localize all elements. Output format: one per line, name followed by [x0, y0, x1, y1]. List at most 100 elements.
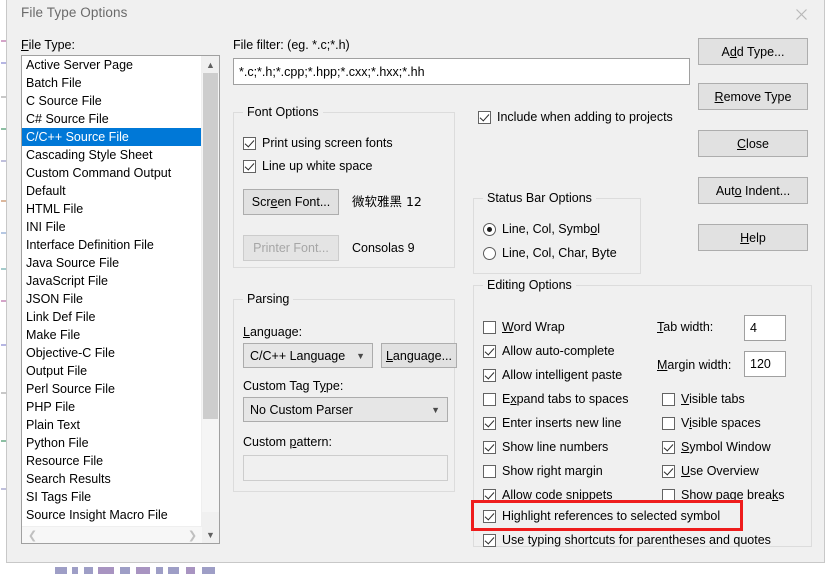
list-item[interactable]: Plain Text	[22, 416, 203, 434]
file-filter-input[interactable]: *.c;*.h;*.cpp;*.hpp;*.cxx;*.hxx;*.hh	[233, 58, 690, 85]
vertical-scroll-track[interactable]	[202, 73, 219, 512]
line-up-white-space-checkbox[interactable]: Line up white space	[243, 159, 373, 173]
list-item[interactable]: Resource File	[22, 452, 203, 470]
dialog-title-bar: File Type Options	[7, 0, 824, 28]
checkbox-use-overview[interactable]: Use Overview	[662, 464, 759, 478]
margin-width-input[interactable]: 120	[744, 351, 786, 377]
list-item[interactable]: Cascading Style Sheet	[22, 146, 203, 164]
file-filter-label: File filter: (eg. *.c;*.h)	[233, 38, 350, 52]
checkbox-word-wrap[interactable]: Word Wrap	[483, 320, 565, 334]
checkbox-symbol-window[interactable]: Symbol Window	[662, 440, 771, 454]
language-button[interactable]: Language...	[381, 343, 457, 368]
list-item[interactable]: INI File	[22, 218, 203, 236]
add-type-button[interactable]: Add Type...	[698, 38, 808, 65]
custom-pattern-label: Custom pattern:	[243, 435, 332, 449]
status-option-label: Line, Col, Symbol	[502, 222, 600, 236]
list-vertical-scrollbar[interactable]: ▲	[201, 56, 219, 529]
list-item[interactable]: Output File	[22, 362, 203, 380]
custom-tag-type-value: No Custom Parser	[250, 402, 353, 417]
checkbox-allow-intelligent-paste[interactable]: Allow intelligent paste	[483, 368, 622, 382]
checkbox-label: Use Overview	[681, 464, 759, 478]
chevron-left-icon[interactable]: ❮	[24, 527, 41, 543]
checkbox-allow-code-snippets[interactable]: Allow code snippets	[483, 488, 612, 502]
language-combobox[interactable]: C/C++ Language ▼	[243, 343, 373, 368]
screen-font-value: 微软雅黑 12	[352, 194, 422, 209]
checkbox-allow-auto-complete[interactable]: Allow auto-complete	[483, 344, 615, 358]
checkbox-expand-tabs-to-spaces[interactable]: Expand tabs to spaces	[483, 392, 628, 406]
chevron-up-icon[interactable]: ▲	[202, 56, 219, 73]
list-item[interactable]: Objective-C File	[22, 344, 203, 362]
list-item[interactable]: Active Server Page	[22, 56, 203, 74]
custom-tag-type-combobox[interactable]: No Custom Parser ▼	[243, 397, 448, 422]
close-button[interactable]: Close	[698, 130, 808, 157]
checkbox-label: Show right margin	[502, 464, 603, 478]
list-item[interactable]: Java Source File	[22, 254, 203, 272]
checkbox-show-page-breaks[interactable]: Show page breaks	[662, 488, 785, 502]
print-using-screen-fonts-checkbox[interactable]: Print using screen fonts	[243, 136, 393, 150]
list-item[interactable]: Python File	[22, 434, 203, 452]
file-type-list[interactable]: Active Server Page Batch File C Source Fil…	[22, 56, 203, 529]
margin-width-label: Margin width:	[657, 358, 732, 372]
checkbox-visible-tabs[interactable]: Visible tabs	[662, 392, 745, 406]
chevron-right-icon[interactable]: ❯	[184, 527, 201, 543]
close-icon[interactable]	[778, 0, 824, 28]
list-item[interactable]: Link Def File	[22, 308, 203, 326]
status-bar-option-line-col-symbol[interactable]: Line, Col, Symbol	[483, 222, 600, 236]
editing-options-title: Editing Options	[483, 278, 576, 292]
list-horizontal-scrollbar[interactable]: ❮ ❯	[22, 526, 203, 543]
remove-type-button[interactable]: Remove Type	[698, 83, 808, 110]
checkbox-use-typing-shortcuts[interactable]: Use typing shortcuts for parentheses and…	[483, 533, 771, 547]
screen-font-button[interactable]: Screen Font...	[243, 189, 339, 215]
list-item[interactable]: JSON File	[22, 290, 203, 308]
checkbox-label: Word Wrap	[502, 320, 565, 334]
include-when-adding-checkbox[interactable]: Include when adding to projects	[478, 110, 673, 124]
file-type-listbox[interactable]: Active Server Page Batch File C Source Fil…	[21, 55, 220, 544]
list-item[interactable]: Custom Command Output	[22, 164, 203, 182]
checkbox-enter-inserts-new-line[interactable]: Enter inserts new line	[483, 416, 622, 430]
checkbox-box	[243, 136, 256, 150]
status-bar-options-title: Status Bar Options	[483, 191, 596, 205]
dialog-title: File Type Options	[21, 5, 128, 20]
list-item[interactable]: Perl Source File	[22, 380, 203, 398]
checkbox-show-line-numbers[interactable]: Show line numbers	[483, 440, 608, 454]
checkbox-box	[483, 440, 496, 454]
list-item[interactable]: Default	[22, 182, 203, 200]
checkbox-visible-spaces[interactable]: Visible spaces	[662, 416, 761, 430]
printer-font-button[interactable]: Printer Font...	[243, 235, 339, 261]
list-item[interactable]: Search Results	[22, 470, 203, 488]
checkbox-show-right-margin[interactable]: Show right margin	[483, 464, 603, 478]
chevron-down-icon: ▼	[431, 404, 440, 415]
checkbox-highlight-references-to-selected-symbol[interactable]: Highlight references to selected symbol	[483, 509, 720, 523]
help-button[interactable]: Help	[698, 224, 808, 251]
list-item[interactable]: JavaScript File	[22, 272, 203, 290]
list-item[interactable]: C# Source File	[22, 110, 203, 128]
vertical-scroll-thumb[interactable]	[203, 73, 218, 419]
status-bar-option-line-col-char-byte[interactable]: Line, Col, Char, Byte	[483, 246, 617, 260]
auto-indent-button[interactable]: Auto Indent...	[698, 177, 808, 204]
list-item[interactable]: Source Insight Macro File	[22, 506, 203, 524]
checkbox-label: Enter inserts new line	[502, 416, 622, 430]
list-item[interactable]: C Source File	[22, 92, 203, 110]
screen: File Type Options File Type: Active Serv…	[0, 0, 825, 577]
chevron-down-icon[interactable]: ▼	[202, 527, 219, 543]
checkbox-box	[483, 533, 496, 547]
checkbox-label: Visible spaces	[681, 416, 761, 430]
list-item[interactable]: SI Tags File	[22, 488, 203, 506]
checkbox-box	[483, 392, 496, 406]
custom-pattern-input[interactable]	[243, 455, 448, 481]
tab-width-input[interactable]: 4	[744, 315, 786, 341]
list-item[interactable]: C/C++ Source File	[22, 128, 203, 146]
list-item[interactable]: Make File	[22, 326, 203, 344]
file-filter-value: *.c;*.h;*.cpp;*.hpp;*.cxx;*.hxx;*.hh	[239, 64, 425, 79]
list-item[interactable]: PHP File	[22, 398, 203, 416]
chevron-down-icon: ▼	[356, 350, 365, 361]
checkbox-label: Use typing shortcuts for parentheses and…	[502, 533, 771, 547]
list-item[interactable]: HTML File	[22, 200, 203, 218]
parsing-title: Parsing	[243, 292, 294, 306]
file-type-label: File Type:	[21, 38, 75, 52]
status-bar-options-group: Status Bar Options	[473, 191, 641, 274]
list-item[interactable]: Batch File	[22, 74, 203, 92]
list-item[interactable]: Interface Definition File	[22, 236, 203, 254]
checkbox-label: Show page breaks	[681, 488, 785, 502]
background-editor-bottom	[0, 563, 825, 577]
